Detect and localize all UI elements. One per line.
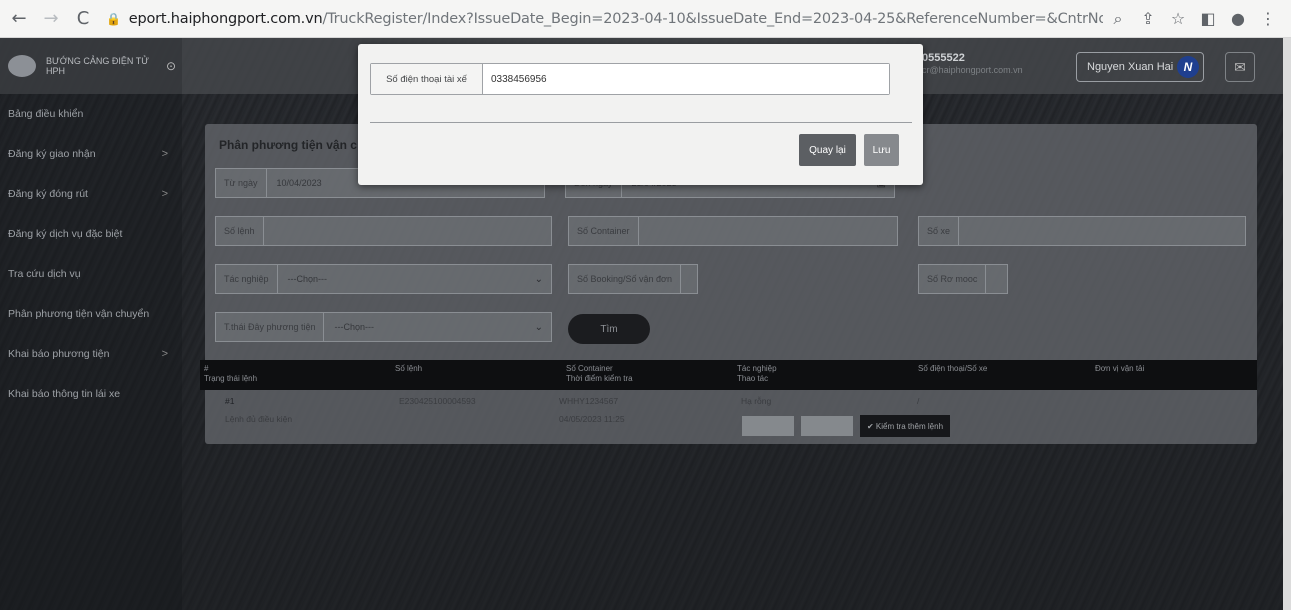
sidebar-item-vehicle-assign[interactable]: Phân phương tiện vận chuyển bbox=[0, 294, 182, 334]
message-icon[interactable]: ✉ bbox=[1225, 52, 1255, 82]
field-label: Số Container bbox=[569, 217, 639, 245]
logo bbox=[8, 55, 36, 77]
col-container-header: Số Container Thời điểm kiểm tra bbox=[566, 364, 633, 383]
sidebar-item-delivery[interactable]: Đăng ký giao nhận > bbox=[0, 134, 182, 174]
chevron-right-icon: > bbox=[161, 188, 168, 200]
field-label: Số lệnh bbox=[216, 217, 264, 245]
sidebar-item-label: Bảng điều khiển bbox=[8, 108, 84, 120]
row-index: #1 bbox=[225, 396, 235, 406]
sidebar-item-label: Khai báo phương tiện bbox=[8, 348, 110, 360]
table-row: #1 Lệnh đủ điều kiện E230425100004593 WH… bbox=[205, 390, 1257, 444]
share-icon[interactable]: ⇪ bbox=[1133, 9, 1163, 28]
driver-phone-input[interactable] bbox=[483, 64, 889, 94]
row-operation: Hạ rỗng bbox=[741, 396, 772, 406]
user-name: Nguyen Xuan Hai bbox=[1087, 61, 1174, 73]
chevron-right-icon: > bbox=[161, 348, 168, 360]
field-label: T.thái Đây phương tiện bbox=[216, 313, 325, 341]
row-action-button-2[interactable] bbox=[801, 416, 853, 436]
address-bar[interactable]: 🔒 eport.haiphongport.com.vn/TruckRegiste… bbox=[106, 11, 1103, 27]
driver-phone-label: Số điện thoại tài xế bbox=[371, 64, 483, 94]
row-checked-at: 04/05/2023 11:25 bbox=[559, 414, 625, 424]
star-icon[interactable]: ☆ bbox=[1163, 9, 1193, 28]
row-phone: / bbox=[917, 396, 920, 406]
zoom-icon[interactable]: ⌕ bbox=[1103, 9, 1133, 29]
brand: BƯỚNG CẢNG ĐIỆN TỬ HPH ⊙ bbox=[0, 38, 182, 94]
col-order-header: Số lệnh bbox=[395, 364, 423, 373]
select-value: ---Chọn--- bbox=[287, 274, 328, 284]
row-status: Lệnh đủ điều kiện bbox=[225, 414, 293, 424]
driver-phone-modal: Số điện thoại tài xế Quay lại Lưu bbox=[358, 44, 923, 185]
col-index-header: # Trạng thái lệnh bbox=[204, 364, 258, 383]
select-value: ---Chọn--- bbox=[334, 322, 374, 332]
sidebar: BƯỚNG CẢNG ĐIỆN TỬ HPH ⊙ Bảng điều khiển… bbox=[0, 38, 182, 610]
scrollbar[interactable] bbox=[1283, 38, 1291, 610]
user-menu[interactable]: Nguyen Xuan Hai N bbox=[1076, 52, 1204, 82]
row-container: WHHY1234567 bbox=[559, 396, 619, 406]
sidebar-item-stuffing[interactable]: Đăng ký đóng rút > bbox=[0, 174, 182, 214]
sidebar-item-label: Đăng ký dịch vụ đặc biệt bbox=[8, 228, 123, 240]
field-label: Tác nghiệp bbox=[216, 265, 278, 293]
field-label: Số Rơ mooc bbox=[919, 265, 987, 293]
vehicle-status-select[interactable]: T.thái Đây phương tiện ---Chọn--- ⌄ bbox=[215, 312, 552, 342]
sidebar-item-label: Đăng ký giao nhận bbox=[8, 148, 96, 160]
sidebar-item-special-service[interactable]: Đăng ký dịch vụ đặc biệt bbox=[0, 214, 182, 254]
lock-icon: 🔒 bbox=[106, 11, 121, 26]
profile-icon[interactable]: ● bbox=[1223, 9, 1253, 28]
driver-phone-field: Số điện thoại tài xế bbox=[370, 63, 890, 95]
truck-number-input[interactable]: Số xe bbox=[918, 216, 1246, 246]
avatar: N bbox=[1177, 56, 1199, 78]
divider bbox=[370, 122, 912, 123]
field-label: Số xe bbox=[919, 217, 960, 245]
url-path: /TruckRegister/Index?IssueDate_Begin=202… bbox=[322, 10, 1103, 27]
field-label: Số Booking/Số vận đơn bbox=[569, 265, 681, 293]
sidebar-item-label: Tra cứu dịch vụ bbox=[8, 268, 81, 280]
sidebar-item-label: Đăng ký đóng rút bbox=[8, 188, 88, 200]
search-button[interactable]: Tìm bbox=[568, 314, 650, 344]
sidebar-item-service-lookup[interactable]: Tra cứu dịch vụ bbox=[0, 254, 182, 294]
panel-title: Phân phương tiện vận c bbox=[219, 138, 357, 152]
back-button[interactable]: Quay lại bbox=[799, 134, 856, 166]
chevron-down-icon: ⌄ bbox=[534, 321, 543, 333]
support-email: cr@haiphongport.com.vn bbox=[922, 65, 1023, 75]
sidebar-item-driver-info[interactable]: Khai báo thông tin lái xe bbox=[0, 374, 182, 414]
col-operation-header: Tác nghiệp Thao tác bbox=[737, 364, 777, 383]
col-carrier-header: Đơn vị vận tải bbox=[1095, 364, 1145, 373]
booking-number-input[interactable]: Số Booking/Số vận đơn bbox=[568, 264, 698, 294]
row-action-button-1[interactable] bbox=[742, 416, 794, 436]
sidepanel-icon[interactable]: ◧ bbox=[1193, 9, 1223, 28]
field-label: Từ ngày bbox=[216, 169, 267, 197]
col-phone-header: Số điện thoại/Số xe bbox=[918, 364, 988, 373]
back-icon[interactable]: ← bbox=[6, 6, 32, 32]
url-host: eport.haiphongport.com.vn bbox=[128, 10, 323, 27]
chevron-right-icon: > bbox=[161, 148, 168, 160]
check-order-button[interactable]: ✔ Kiểm tra thêm lệnh bbox=[860, 415, 950, 437]
sidebar-item-label: Phân phương tiện vận chuyển bbox=[8, 308, 150, 320]
container-number-input[interactable]: Số Container bbox=[568, 216, 898, 246]
brand-name: BƯỚNG CẢNG ĐIỆN TỬ HPH bbox=[46, 56, 149, 76]
table-header: # Trạng thái lệnh Số lệnh Số Container Thờ… bbox=[200, 360, 1257, 390]
reload-icon[interactable]: C bbox=[70, 6, 96, 32]
sidebar-item-vehicle-declare[interactable]: Khai báo phương tiện > bbox=[0, 334, 182, 374]
browser-toolbar: ← → C 🔒 eport.haiphongport.com.vn/TruckR… bbox=[0, 0, 1291, 38]
order-number-input[interactable]: Số lệnh bbox=[215, 216, 552, 246]
trailer-number-input[interactable]: Số Rơ mooc bbox=[918, 264, 1008, 294]
hotline: 0555522 bbox=[922, 52, 965, 64]
sidebar-item-dashboard[interactable]: Bảng điều khiển bbox=[0, 94, 182, 134]
chevron-down-icon: ⌄ bbox=[534, 273, 543, 285]
save-button[interactable]: Lưu bbox=[864, 134, 899, 166]
sidebar-toggle-icon[interactable]: ⊙ bbox=[166, 59, 176, 73]
sidebar-item-label: Khai báo thông tin lái xe bbox=[8, 388, 121, 400]
operation-select[interactable]: Tác nghiệp ---Chọn--- ⌄ bbox=[215, 264, 552, 294]
forward-icon[interactable]: → bbox=[38, 6, 64, 32]
row-order-number[interactable]: E230425100004593 bbox=[399, 396, 476, 406]
menu-icon[interactable]: ⋮ bbox=[1253, 9, 1283, 28]
